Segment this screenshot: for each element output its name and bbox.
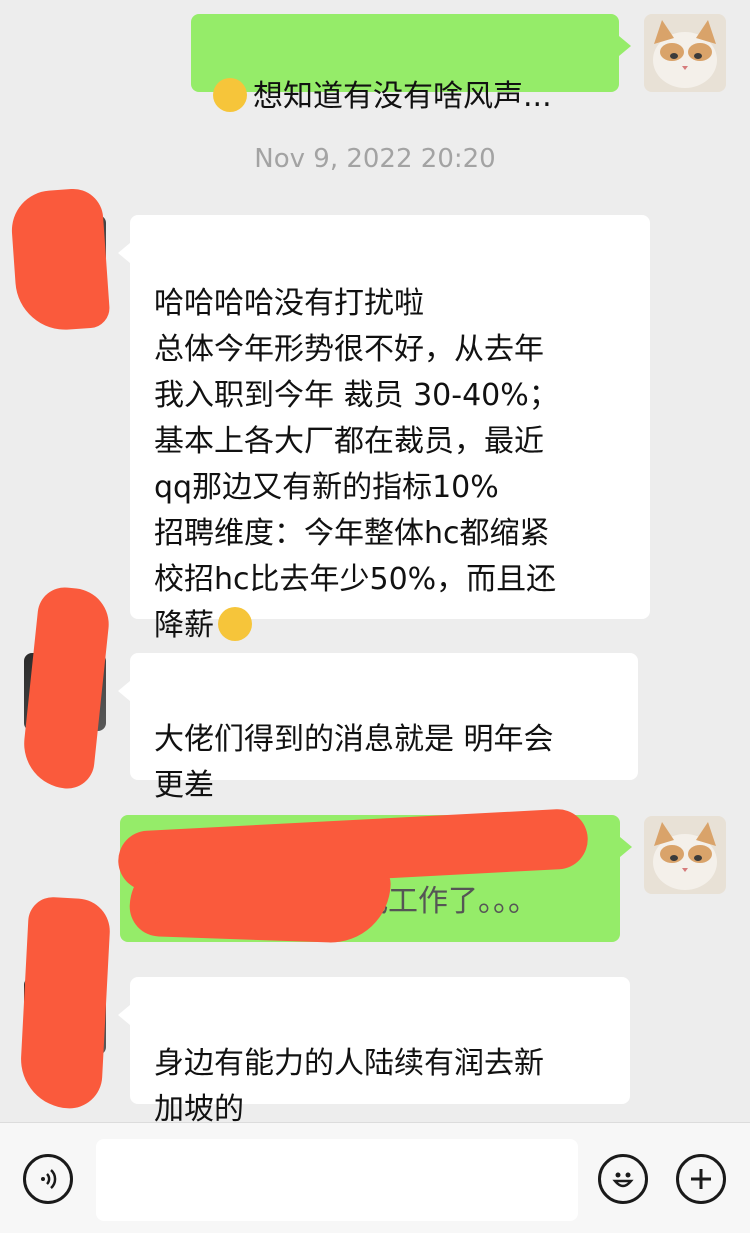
message-text: 大佬们得到的消息就是 明年会 更差 xyxy=(154,722,554,803)
plus-icon xyxy=(691,1169,711,1189)
crying-emoji-icon xyxy=(218,607,252,641)
cat-avatar-icon xyxy=(644,14,726,92)
outgoing-message[interactable]: 想知道有没有啥风声... xyxy=(191,14,631,114)
message-text: 想知道有没有啥风声... xyxy=(253,79,552,114)
emoji-icon xyxy=(612,1172,634,1188)
message-input[interactable] xyxy=(96,1139,578,1221)
incoming-message[interactable]: 哈哈哈哈没有打扰啦 总体今年形势很不好，从去年 我入职到今年 裁员 30-40%… xyxy=(118,215,650,643)
redaction-mark xyxy=(18,895,112,1111)
more-button[interactable] xyxy=(676,1154,726,1204)
chat-input-bar xyxy=(0,1122,750,1233)
redaction-mark xyxy=(19,584,113,792)
message-text: 身边有能力的人陆续有润去新 加坡的 xyxy=(154,1046,544,1127)
voice-button[interactable] xyxy=(23,1154,73,1204)
self-avatar[interactable] xyxy=(644,14,726,92)
emoji-button[interactable] xyxy=(598,1154,648,1204)
incoming-message[interactable]: 身边有能力的人陆续有润去新 加坡的 xyxy=(118,977,630,1127)
timestamp: Nov 9, 2022 20:20 xyxy=(254,144,496,174)
cat-avatar-icon xyxy=(644,816,726,894)
message-text: 哈哈哈哈没有打扰啦 总体今年形势很不好，从去年 我入职到今年 裁员 30-40%… xyxy=(154,286,559,643)
incoming-message[interactable]: 大佬们得到的消息就是 明年会 更差 xyxy=(118,653,638,803)
voice-icon xyxy=(41,1169,57,1189)
redaction-mark xyxy=(9,186,111,334)
shush-emoji-icon xyxy=(213,78,247,112)
redaction-mark xyxy=(128,855,392,945)
self-avatar[interactable] xyxy=(644,816,726,894)
